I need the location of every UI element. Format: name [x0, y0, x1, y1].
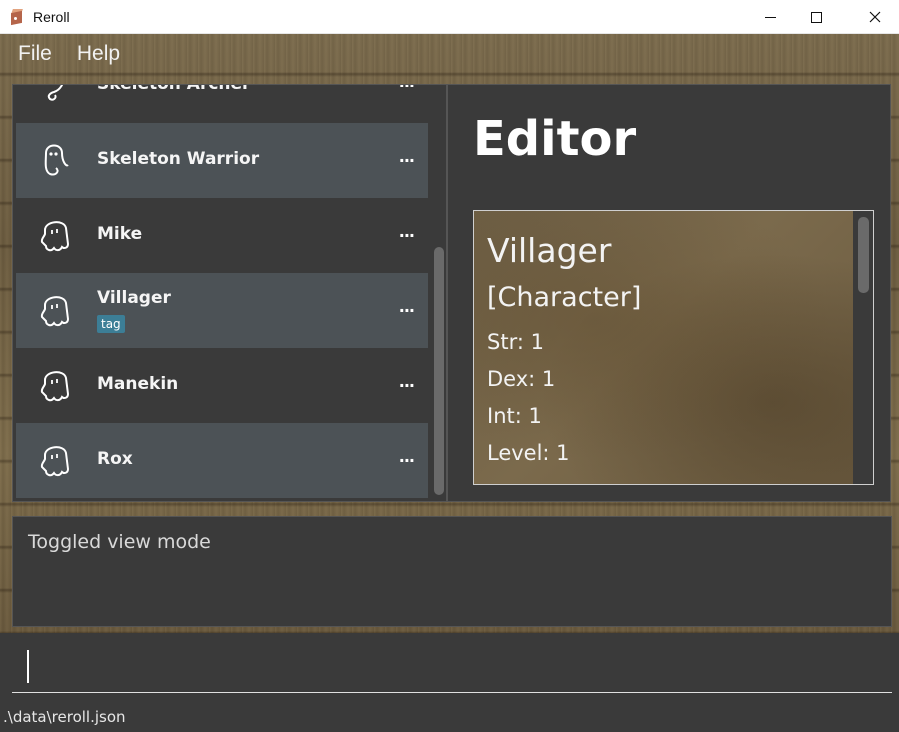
maximize-icon [810, 11, 822, 23]
editor-scrollbar-thumb[interactable] [858, 217, 869, 293]
more-options-button[interactable]: ... [399, 297, 415, 316]
command-area [0, 633, 899, 699]
ghost-tail-icon [47, 85, 64, 101]
maximize-button[interactable] [793, 0, 839, 34]
ghost-icon [40, 371, 70, 402]
text-caret [27, 650, 29, 683]
list-item[interactable]: Skeleton Archer ... [16, 84, 428, 123]
dice-box-icon [9, 8, 25, 25]
ghost-tail-icon [44, 144, 69, 176]
ghost-icon [40, 296, 70, 327]
window-title: Reroll [33, 8, 70, 25]
list-item-name: Villager [97, 288, 171, 308]
list-item[interactable]: Villager tag ... [16, 273, 428, 348]
entity-type: [Character] [487, 282, 642, 313]
list-item[interactable]: Mike ... [16, 198, 428, 273]
editor-panel: Editor Villager [Character] Str: 1 Dex: … [447, 84, 891, 502]
close-icon [869, 11, 881, 23]
more-options-button[interactable]: ... [399, 147, 415, 166]
editor-content: Villager [Character] Str: 1 Dex: 1 Int: … [487, 231, 641, 472]
more-options-button[interactable]: ... [399, 447, 415, 466]
entity-list-panel: Skeleton Archer ... Skeleton Warrior ...… [12, 84, 447, 502]
more-options-button[interactable]: ... [399, 372, 415, 391]
stat-line: Level: 1 [487, 441, 570, 465]
editor-title: Editor [473, 111, 637, 167]
minimize-button[interactable] [747, 0, 793, 34]
entity-name: Villager [487, 231, 612, 270]
list-scrollbar-thumb[interactable] [434, 247, 444, 495]
stat-line: Str: 1 [487, 330, 544, 354]
list-item-name: Mike [97, 224, 143, 244]
ghost-icon [40, 221, 70, 252]
tag-badge: tag [97, 315, 125, 333]
ghost-icon [40, 446, 70, 477]
editor-text-area[interactable]: Villager [Character] Str: 1 Dex: 1 Int: … [473, 210, 874, 485]
menu-file[interactable]: File [18, 42, 52, 66]
menu-help[interactable]: Help [77, 42, 120, 66]
list-item-name: Skeleton Archer [97, 84, 251, 94]
stat-line: Dex: 1 [487, 367, 556, 391]
list-item[interactable]: Rox ... [16, 423, 428, 498]
more-options-button[interactable]: ... [399, 85, 415, 91]
list-item-name: Skeleton Warrior [97, 149, 260, 169]
save-file-path: .\data\reroll.json [3, 708, 126, 726]
more-options-button[interactable]: ... [399, 222, 415, 241]
list-item-name: Rox [97, 449, 133, 469]
status-bar: .\data\reroll.json [0, 699, 899, 732]
result-display: Toggled view mode [12, 516, 892, 627]
list-item[interactable]: Manekin ... [16, 348, 428, 423]
list-item[interactable]: Skeleton Warrior ... [16, 123, 428, 198]
minimize-icon [764, 16, 776, 18]
stat-line: Int: 1 [487, 404, 542, 428]
title-bar: Reroll [0, 0, 899, 34]
editor-scrollbar[interactable] [853, 211, 873, 484]
list-item-name: Manekin [97, 374, 179, 394]
command-input[interactable] [12, 633, 892, 693]
result-message: Toggled view mode [28, 531, 211, 553]
menu-bar: File Help [0, 34, 127, 74]
list-scrollbar[interactable] [430, 85, 446, 501]
entity-list: Skeleton Archer ... Skeleton Warrior ...… [16, 84, 428, 498]
close-button[interactable] [852, 0, 898, 34]
